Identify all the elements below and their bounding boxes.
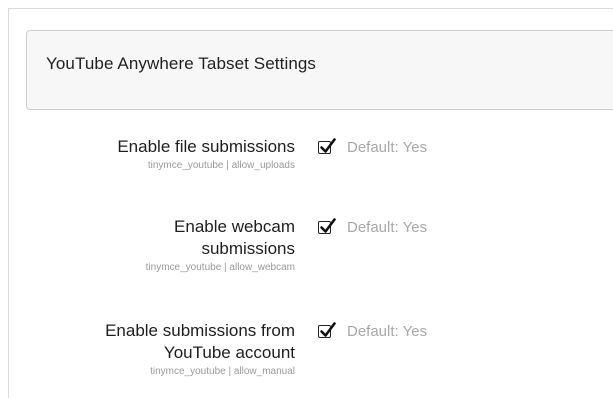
setting-label-line: Enable webcam [174, 217, 295, 236]
default-value-text: Default: Yes [347, 218, 428, 236]
setting-label: Enable file submissions [15, 136, 295, 158]
default-value-text: Default: Yes [347, 138, 428, 156]
setting-label-line: submissions [201, 239, 295, 258]
setting-label-group: Enable submissions from YouTube account … [15, 320, 295, 378]
setting-control: Default: Yes [318, 216, 427, 238]
setting-label-group: Enable file submissions tinymce_youtube … [15, 136, 295, 172]
allow-manual-checkbox[interactable] [318, 321, 336, 338]
settings-header: YouTube Anywhere Tabset Settings [26, 30, 613, 110]
page-title: YouTube Anywhere Tabset Settings [46, 54, 317, 73]
settings-page: YouTube Anywhere Tabset Settings Enable … [0, 0, 613, 398]
default-value-text: Default: Yes [347, 322, 428, 340]
allow-webcam-checkbox[interactable] [318, 217, 336, 234]
setting-label: Enable webcam submissions [15, 216, 295, 260]
setting-label: Enable submissions from YouTube account [15, 320, 295, 364]
setting-control: Default: Yes [318, 136, 427, 158]
setting-label-line: YouTube account [163, 343, 295, 362]
checkmark-icon [320, 137, 336, 153]
setting-control: Default: Yes [318, 320, 427, 342]
setting-key: tinymce_youtube | allow_manual [150, 366, 295, 377]
setting-label-line: Enable submissions from [105, 321, 295, 340]
setting-label-line: Enable file submissions [117, 137, 295, 156]
setting-key: tinymce_youtube | allow_uploads [147, 160, 295, 171]
setting-label-group: Enable webcam submissions tinymce_youtub… [15, 216, 295, 274]
setting-key: tinymce_youtube | allow_webcam [145, 262, 295, 273]
checkmark-icon [320, 321, 336, 337]
checkmark-icon [320, 217, 336, 233]
allow-uploads-checkbox[interactable] [318, 137, 336, 154]
